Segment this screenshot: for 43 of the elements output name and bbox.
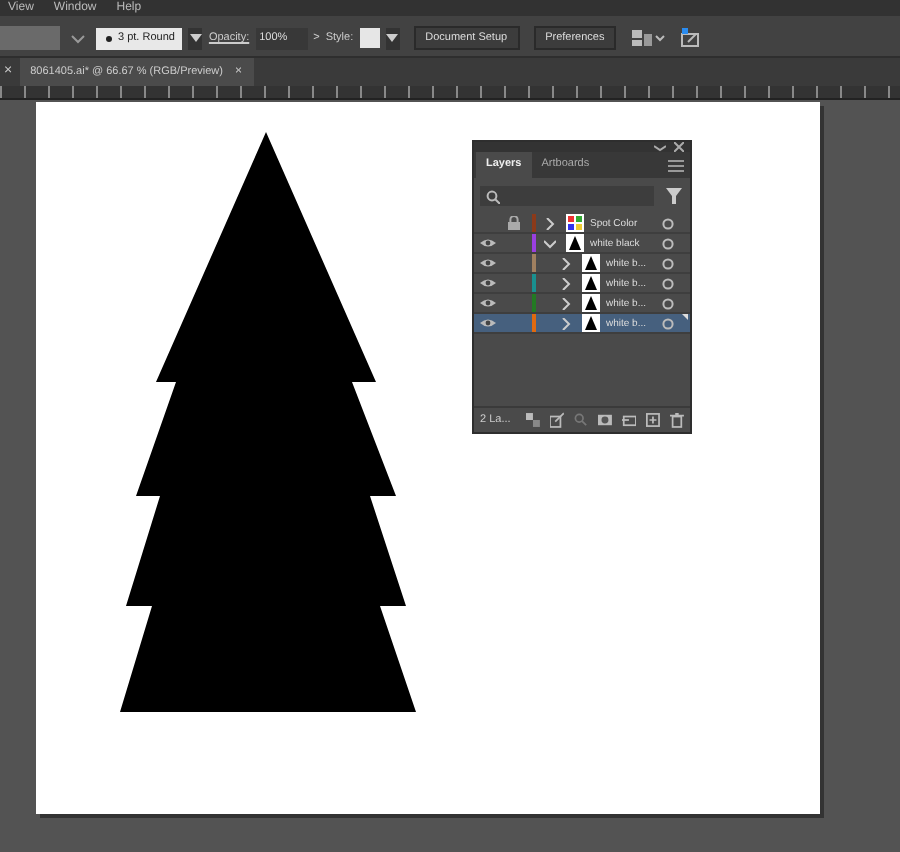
swatch-thumbnail-icon [566,214,584,232]
selection-marker-icon [682,314,688,320]
collapse-icon [654,143,666,151]
search-icon [486,189,500,203]
eye-icon[interactable] [480,318,496,328]
input-field[interactable] [0,26,60,50]
target-circle-icon[interactable] [662,217,674,229]
filter-icon [666,188,682,204]
tree-thumbnail-icon [582,274,600,292]
style-swatch[interactable] [359,28,380,48]
tree-thumbnail-icon [582,314,600,332]
eye-icon[interactable] [480,298,496,308]
eye-icon[interactable] [480,258,496,268]
tree-thumbnail-icon [582,294,600,312]
target-circle-icon[interactable] [662,277,674,289]
caret-icon [70,30,86,46]
target-circle-icon[interactable] [662,237,674,249]
chevron-right-icon[interactable] [560,297,572,309]
target-circle-icon[interactable] [662,257,674,269]
export-icon[interactable] [550,412,565,428]
lock-icon[interactable] [508,216,520,230]
chevron-right-icon[interactable] [560,317,572,329]
new-layer-icon[interactable] [646,412,661,428]
dot-icon [106,35,112,41]
menu-icon [668,159,684,171]
chevron-right-icon[interactable] [560,277,572,289]
chevron-right-icon[interactable] [544,217,556,229]
trash-icon[interactable] [670,412,684,428]
chevron-right-icon[interactable] [560,257,572,269]
export-icon [680,28,701,48]
arrange-icon [630,28,667,48]
eye-icon[interactable] [480,278,496,288]
tree-thumbnail-icon [582,254,600,272]
eye-icon[interactable] [480,238,496,248]
close-icon [674,142,684,152]
tree-thumbnail-icon [566,234,584,252]
dropdown-button[interactable] [188,27,203,49]
target-circle-icon[interactable] [662,297,674,309]
search-field[interactable] [480,186,654,206]
target-circle-icon[interactable] [662,317,674,329]
chevron-down-icon[interactable] [544,237,556,249]
mask-icon[interactable] [598,412,613,428]
dropdown-button[interactable] [385,27,400,49]
